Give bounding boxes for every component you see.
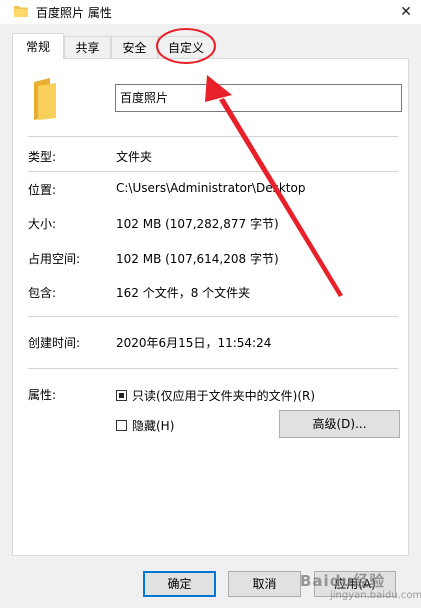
window-title: 百度照片 属性 (36, 6, 112, 20)
folder-icon (34, 78, 56, 120)
indeterminate-mark (119, 393, 124, 398)
created-label: 创建时间: (28, 336, 81, 350)
hidden-label[interactable]: 隐藏(H) (132, 417, 174, 434)
hidden-checkbox[interactable] (116, 420, 127, 431)
attributes-label: 属性: (28, 388, 57, 402)
separator (28, 171, 398, 172)
type-label: 类型: (28, 150, 57, 164)
created-value: 2020年6月15日，11:54:24 (116, 336, 272, 350)
size-value: 102 MB (107,282,877 字节) (116, 217, 279, 231)
location-label: 位置: (28, 183, 57, 197)
tab-sharing[interactable]: 共享 (64, 36, 111, 58)
size-label: 大小: (28, 217, 57, 231)
properties-dialog: 百度照片 属性 ✕ 常规 共享 安全 自定义 百度照片 类型: 文件夹 位置: … (0, 0, 421, 608)
tab-security[interactable]: 安全 (111, 36, 158, 58)
watermark-sub: jingyan.baidu.com (330, 590, 421, 601)
folder-name-input[interactable]: 百度照片 (115, 84, 402, 112)
readonly-checkbox[interactable] (116, 390, 127, 401)
readonly-label[interactable]: 只读(仅应用于文件夹中的文件)(R) (132, 387, 315, 404)
separator (28, 368, 398, 369)
type-value: 文件夹 (116, 150, 153, 164)
ok-button[interactable]: 确定 (143, 571, 216, 597)
location-value: C:\Users\Administrator\Desktop (116, 181, 306, 195)
folder-icon (14, 6, 28, 17)
contains-label: 包含: (28, 286, 57, 300)
tab-customize[interactable]: 自定义 (158, 36, 214, 58)
size-on-disk-value: 102 MB (107,614,208 字节) (116, 252, 279, 266)
general-panel (12, 58, 409, 556)
separator (28, 316, 398, 317)
tab-general[interactable]: 常规 (12, 33, 64, 59)
close-button[interactable]: ✕ (391, 0, 421, 24)
advanced-button[interactable]: 高级(D)... (279, 410, 400, 438)
size-on-disk-label: 占用空间: (28, 252, 81, 266)
cancel-button[interactable]: 取消 (228, 571, 301, 597)
separator (28, 136, 398, 137)
title-bar: 百度照片 属性 ✕ (0, 0, 421, 24)
watermark: Baidu经验 (300, 572, 386, 590)
contains-value: 162 个文件，8 个文件夹 (116, 286, 251, 300)
